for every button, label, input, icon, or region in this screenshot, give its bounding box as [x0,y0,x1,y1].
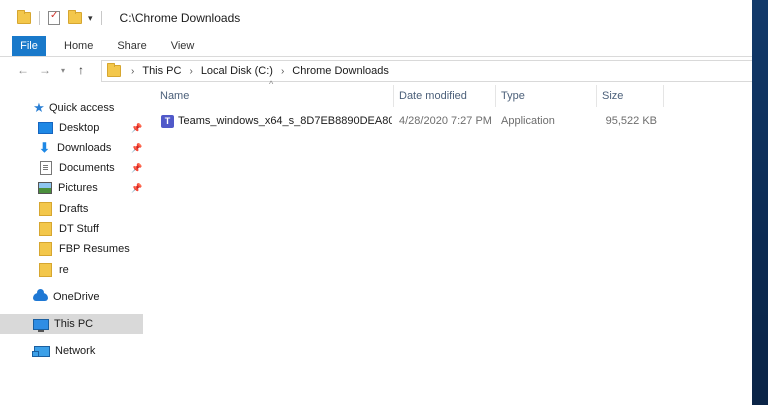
nav-label: re [59,264,69,276]
folder-icon[interactable] [17,10,31,24]
cloud-icon [33,289,48,301]
column-divider[interactable] [393,85,394,107]
download-icon: ⬇ [39,140,50,155]
quick-access-toolbar: ▾ [0,10,110,25]
properties-icon[interactable] [48,10,60,25]
ribbon-tabs: File Home Share View [0,36,752,57]
document-icon [40,161,52,175]
column-header-name[interactable]: Name [160,85,398,107]
folder-icon [39,222,52,236]
file-type: Application [501,115,555,127]
chevron-right-icon[interactable]: › [189,66,192,77]
breadcrumb-this-pc[interactable]: This PC [142,65,181,77]
new-folder-icon[interactable] [68,10,82,24]
toolbar-divider [39,11,40,25]
file-explorer-window: ▾ C:\Chrome Downloads File Home Share Vi… [0,0,752,405]
pin-icon: 📌 [131,122,143,133]
column-divider[interactable] [596,85,597,107]
nav-label: This PC [54,318,94,330]
nav-label: Pictures [58,182,98,194]
folder-icon [39,263,52,277]
desktop-background [752,0,768,405]
network-icon [32,345,50,357]
pin-icon: 📌 [131,142,143,153]
file-date: 4/28/2020 7:27 PM [399,115,492,127]
nav-label: OneDrive [53,291,100,303]
back-arrow-icon[interactable]: ← [12,63,34,77]
forward-arrow-icon[interactable]: → [34,63,56,77]
recent-locations-chevron-icon[interactable]: ▾ [56,66,70,75]
navigation-pane: ★ Quick access Desktop 📌 ⬇ Downloads 📌 D… [0,88,145,405]
nav-label: FBP Resumes [59,243,130,255]
table-row[interactable]: T Teams_windows_x64_s_8D7EB8890DEA80A-7-… [157,111,677,131]
folder-icon [107,63,121,77]
tab-home[interactable]: Home [52,36,105,56]
nav-label: Documents [59,162,115,174]
folder-icon [39,202,52,216]
tab-share[interactable]: Share [105,36,158,56]
nav-this-pc[interactable]: This PC [0,314,143,334]
star-icon: ★ [33,100,45,115]
window-title: C:\Chrome Downloads [119,11,241,25]
toolbar-divider [100,11,102,25]
folder-icon [39,242,52,256]
breadcrumb-chrome-downloads[interactable]: Chrome Downloads [292,65,389,77]
tab-file[interactable]: File [12,36,46,56]
computer-icon [33,318,49,332]
pin-icon: 📌 [131,162,143,173]
file-list: ^ Name Date modified Type Size T Teams_w… [145,79,752,405]
address-bar: ← → ▾ ↑ › This PC › Local Disk (C:) › Ch… [0,57,752,83]
chevron-right-icon[interactable]: › [281,66,284,77]
pictures-icon [38,182,52,194]
column-header-size[interactable]: Size [602,85,662,107]
up-arrow-icon[interactable]: ↑ [70,63,92,77]
file-size: 95,522 KB [605,115,657,127]
tab-view[interactable]: View [159,36,207,56]
pin-icon: 📌 [131,182,143,193]
nav-label: DT Stuff [59,223,99,235]
nav-label: Network [55,345,96,357]
address-field[interactable]: › This PC › Local Disk (C:) › Chrome Dow… [101,60,752,82]
nav-label: Drafts [59,203,89,215]
column-header-date-modified[interactable]: Date modified [399,85,495,107]
nav-label: Quick access [49,102,115,114]
column-divider[interactable] [663,85,664,107]
column-header-type[interactable]: Type [501,85,597,107]
nav-label: Desktop [59,122,100,134]
teams-icon: T [161,114,174,128]
column-divider[interactable] [495,85,496,107]
chevron-right-icon[interactable]: › [131,66,134,77]
nav-label: Downloads [57,142,112,154]
file-name: Teams_windows_x64_s_8D7EB8890DEA80A-7-0_ [178,115,392,127]
breadcrumb-local-disk[interactable]: Local Disk (C:) [201,65,273,77]
chevron-down-icon[interactable]: ▾ [88,13,93,24]
desktop-icon [38,122,53,134]
title-bar: ▾ C:\Chrome Downloads [0,0,752,36]
file-name-cell: T Teams_windows_x64_s_8D7EB8890DEA80A-7-… [161,111,393,131]
